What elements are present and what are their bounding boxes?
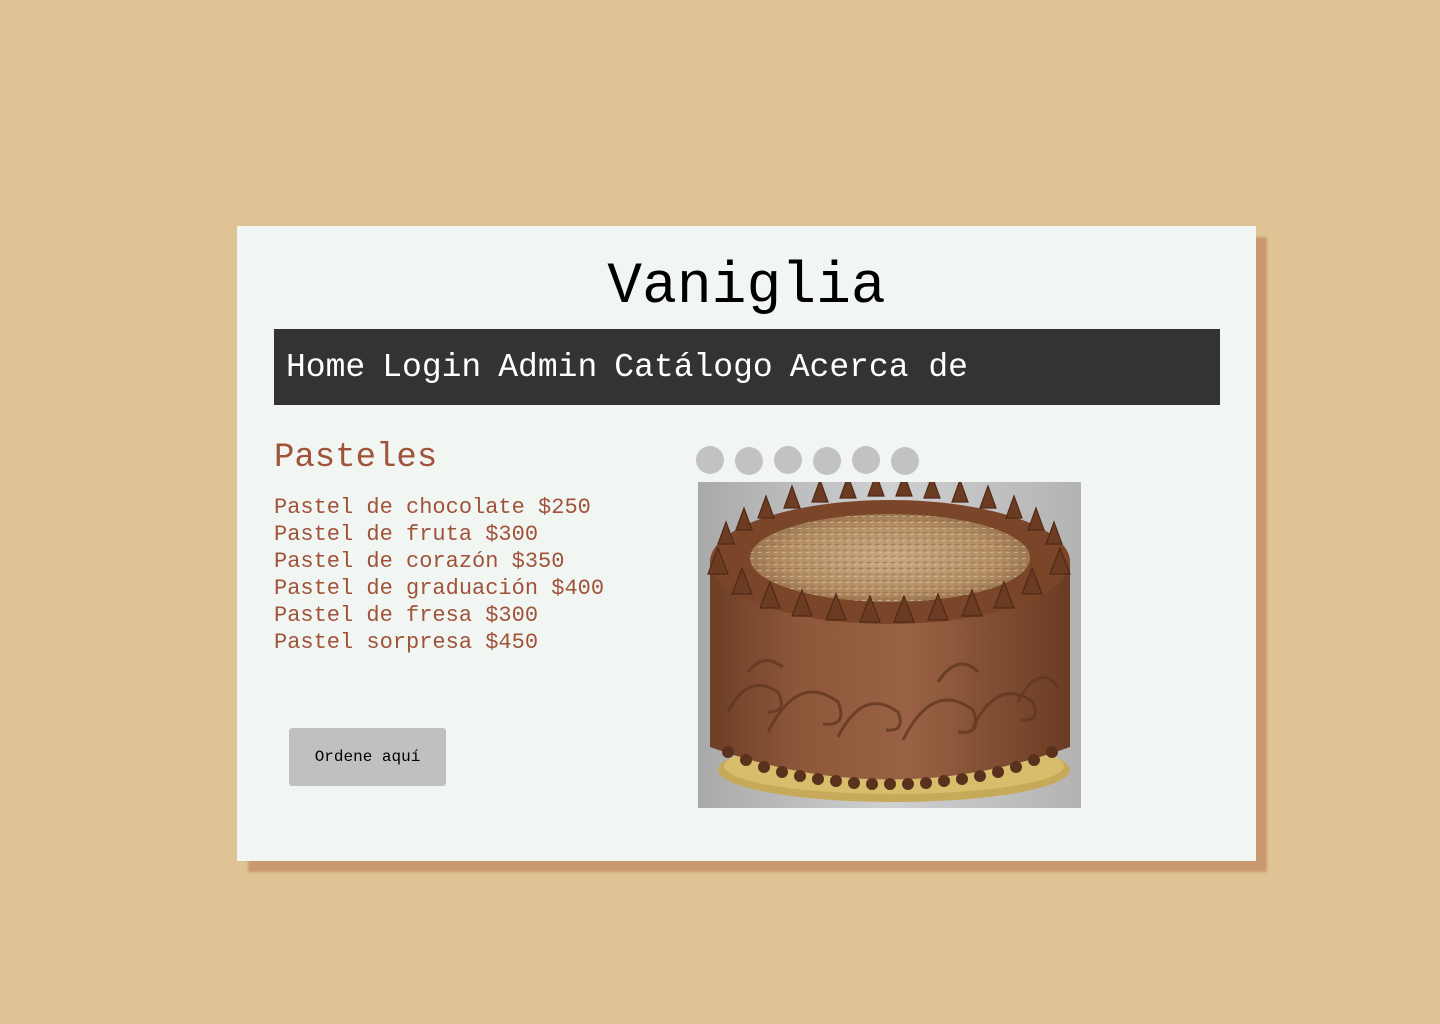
- list-item: Pastel de graduación $400: [274, 576, 605, 601]
- slide-dot-5[interactable]: [852, 446, 880, 474]
- nav-link-acerca-de[interactable]: Acerca de: [790, 349, 968, 386]
- list-item: Pastel de fruta $300: [274, 522, 539, 547]
- nav-link-home[interactable]: Home: [286, 349, 365, 386]
- nav-link-admin[interactable]: Admin: [498, 349, 597, 386]
- slide-dot-4[interactable]: [813, 447, 841, 475]
- slide-dot-1[interactable]: [696, 446, 724, 474]
- list-item: Pastel de fresa $300: [274, 603, 539, 628]
- product-price-list: Pastel de chocolate $250 Pastel de fruta…: [274, 494, 604, 656]
- list-item: Pastel de chocolate $250: [274, 495, 591, 520]
- main-card: Vaniglia Home Login Admin Catálogo Acerc…: [237, 226, 1256, 861]
- cake-image: [698, 482, 1081, 808]
- nav-link-catalogo[interactable]: Catálogo: [614, 349, 772, 386]
- site-title: Vaniglia: [607, 255, 886, 320]
- nav-link-login[interactable]: Login: [382, 349, 481, 386]
- list-item: Pastel de corazón $350: [274, 549, 565, 574]
- order-button[interactable]: Ordene aquí: [289, 728, 446, 786]
- main-navbar: Home Login Admin Catálogo Acerca de: [274, 329, 1220, 405]
- section-title: Pasteles: [274, 439, 438, 477]
- slideshow-dots: [696, 446, 930, 475]
- list-item: Pastel sorpresa $450: [274, 630, 539, 655]
- slide-dot-2[interactable]: [735, 447, 763, 475]
- slide-dot-6[interactable]: [891, 447, 919, 475]
- slide-dot-3[interactable]: [774, 446, 802, 474]
